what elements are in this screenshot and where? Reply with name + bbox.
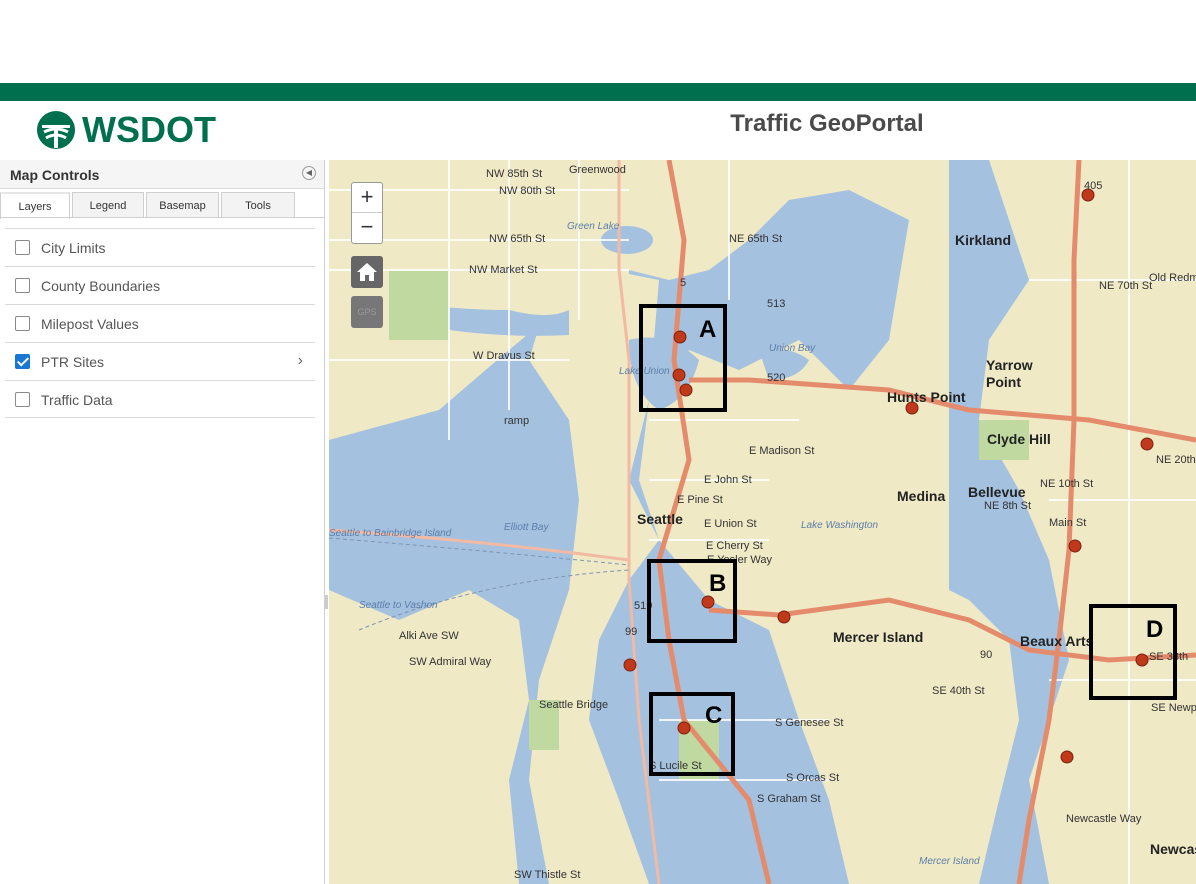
layer-label: City Limits <box>41 240 106 256</box>
tab-legend[interactable]: Legend <box>72 192 144 217</box>
layer-row-traffic-data[interactable]: Traffic Data <box>5 380 315 418</box>
street-label: Alki Ave SW <box>399 630 459 642</box>
route-shield-label: 5 <box>680 277 687 289</box>
street-label: NE 8th St <box>984 500 1032 512</box>
annotation-box-d <box>1089 604 1177 700</box>
panel-title: Map Controls <box>10 167 100 183</box>
street-label: NE 70th St <box>1099 280 1153 292</box>
map-controls-panel: Map Controls ◀ Layers Legend Basemap Too… <box>0 160 325 884</box>
street-label: ramp <box>504 415 530 427</box>
water-label: Union Bay <box>769 343 816 354</box>
place-label: Newcas <box>1150 841 1196 857</box>
layer-label: Milepost Values <box>41 316 139 332</box>
street-label: Newcastle Way <box>1066 813 1142 825</box>
zoom-out-button[interactable]: − <box>352 213 382 243</box>
street-label: NW 65th St <box>489 233 546 245</box>
street-label: NW Market St <box>469 264 538 276</box>
route-shield-label: 520 <box>767 372 786 384</box>
ferry-label: Seattle to Bainbridge Island <box>329 528 452 539</box>
annotation-label-a: A <box>699 316 717 343</box>
collapse-panel-icon[interactable]: ◀ <box>302 166 316 180</box>
tab-layers[interactable]: Layers <box>0 192 70 219</box>
layer-label: Traffic Data <box>41 392 113 408</box>
annotation-label-b: B <box>709 570 727 597</box>
street-label: SW Thistle St <box>514 869 581 881</box>
water-label: Green Lake <box>567 221 620 232</box>
top-brand-band <box>0 83 1196 101</box>
street-label: NE 65th St <box>729 233 783 245</box>
street-label: E Cherry St <box>706 540 763 552</box>
annotation-label-d: D <box>1146 616 1164 643</box>
street-label: E John St <box>704 474 752 486</box>
street-label: NE 20th St <box>1156 454 1196 466</box>
page-title: Traffic GeoPortal <box>730 110 924 137</box>
place-label: Hunts Point <box>887 389 966 405</box>
street-label: E Madison St <box>749 445 815 457</box>
panel-header: Map Controls ◀ <box>0 160 324 189</box>
layer-row-milepost-values[interactable]: Milepost Values <box>5 304 315 342</box>
street-label: S Orcas St <box>786 772 840 784</box>
water-label: Lake Washington <box>801 520 879 531</box>
street-label: NW 85th St <box>486 168 543 180</box>
layer-row-ptr-sites[interactable]: PTR Sites › <box>5 342 315 380</box>
place-label: Medina <box>897 488 946 504</box>
tab-divider <box>0 217 324 218</box>
chevron-right-icon[interactable]: › <box>298 352 303 370</box>
traffic-data-checkbox[interactable] <box>15 392 30 407</box>
ferry-label: Seattle to Vashon <box>359 600 438 611</box>
street-label: SE 40th St <box>932 685 985 697</box>
layer-row-county-boundaries[interactable]: County Boundaries <box>5 266 315 304</box>
water-label: Elliott Bay <box>504 522 549 533</box>
route-shield-label: 90 <box>980 649 993 661</box>
layer-label: County Boundaries <box>41 278 161 294</box>
layer-label: PTR Sites <box>41 354 105 370</box>
panel-tabs: Layers Legend Basemap Tools <box>0 192 324 219</box>
place-label: Kirkland <box>955 232 1012 248</box>
zoom-in-button[interactable]: + <box>352 183 382 213</box>
milepost-values-checkbox[interactable] <box>15 316 30 331</box>
layer-list: City Limits County Boundaries Milepost V… <box>5 228 315 418</box>
map-view[interactable]: + − GPS Kirkland Yarrow Point Hunts Poin… <box>329 160 1196 884</box>
tab-basemap[interactable]: Basemap <box>146 192 219 217</box>
panel-splitter-handle[interactable] <box>325 595 328 609</box>
street-label: Greenwood <box>569 164 626 176</box>
street-label: S Genesee St <box>775 717 844 729</box>
wsdot-logo: WSDOT <box>36 108 216 152</box>
annotation-label-c: C <box>705 702 723 729</box>
street-label: NE 10th St <box>1040 478 1094 490</box>
street-label: E Pine St <box>677 494 723 506</box>
street-label: E Union St <box>704 518 757 530</box>
zoom-control: + − <box>351 182 383 244</box>
home-button[interactable] <box>351 256 383 288</box>
street-label: NW 80th St <box>499 185 556 197</box>
street-label: S Graham St <box>757 793 821 805</box>
ptr-sites-checkbox[interactable] <box>15 354 30 369</box>
place-label: Bellevue <box>968 484 1026 500</box>
street-label: Main St <box>1049 517 1087 529</box>
street-label: W Dravus St <box>473 350 535 362</box>
route-shield-label: 405 <box>1084 180 1103 192</box>
place-label: Beaux Arts <box>1020 633 1094 649</box>
place-label: Point <box>986 374 1021 390</box>
wsdot-emblem-icon <box>37 111 75 149</box>
tab-tools[interactable]: Tools <box>221 192 295 217</box>
brand-name: WSDOT <box>82 109 216 150</box>
route-shield-label: 99 <box>625 626 638 638</box>
route-shield-label: 513 <box>767 298 786 310</box>
street-label: SW Admiral Way <box>409 656 492 668</box>
place-label: Clyde Hill <box>987 431 1051 447</box>
county-boundaries-checkbox[interactable] <box>15 278 30 293</box>
street-label: SE Newp <box>1151 702 1196 714</box>
layer-row-city-limits[interactable]: City Limits <box>5 228 315 266</box>
water-label: Mercer Island <box>919 856 980 867</box>
city-limits-checkbox[interactable] <box>15 240 30 255</box>
street-label: Seattle Bridge <box>539 699 609 711</box>
home-icon <box>357 263 377 281</box>
place-label: Yarrow <box>986 357 1033 373</box>
place-label: Seattle <box>637 511 683 527</box>
street-label: Old Redmo <box>1149 272 1196 284</box>
place-label: Mercer Island <box>833 629 924 645</box>
locate-button[interactable]: GPS <box>351 296 383 328</box>
